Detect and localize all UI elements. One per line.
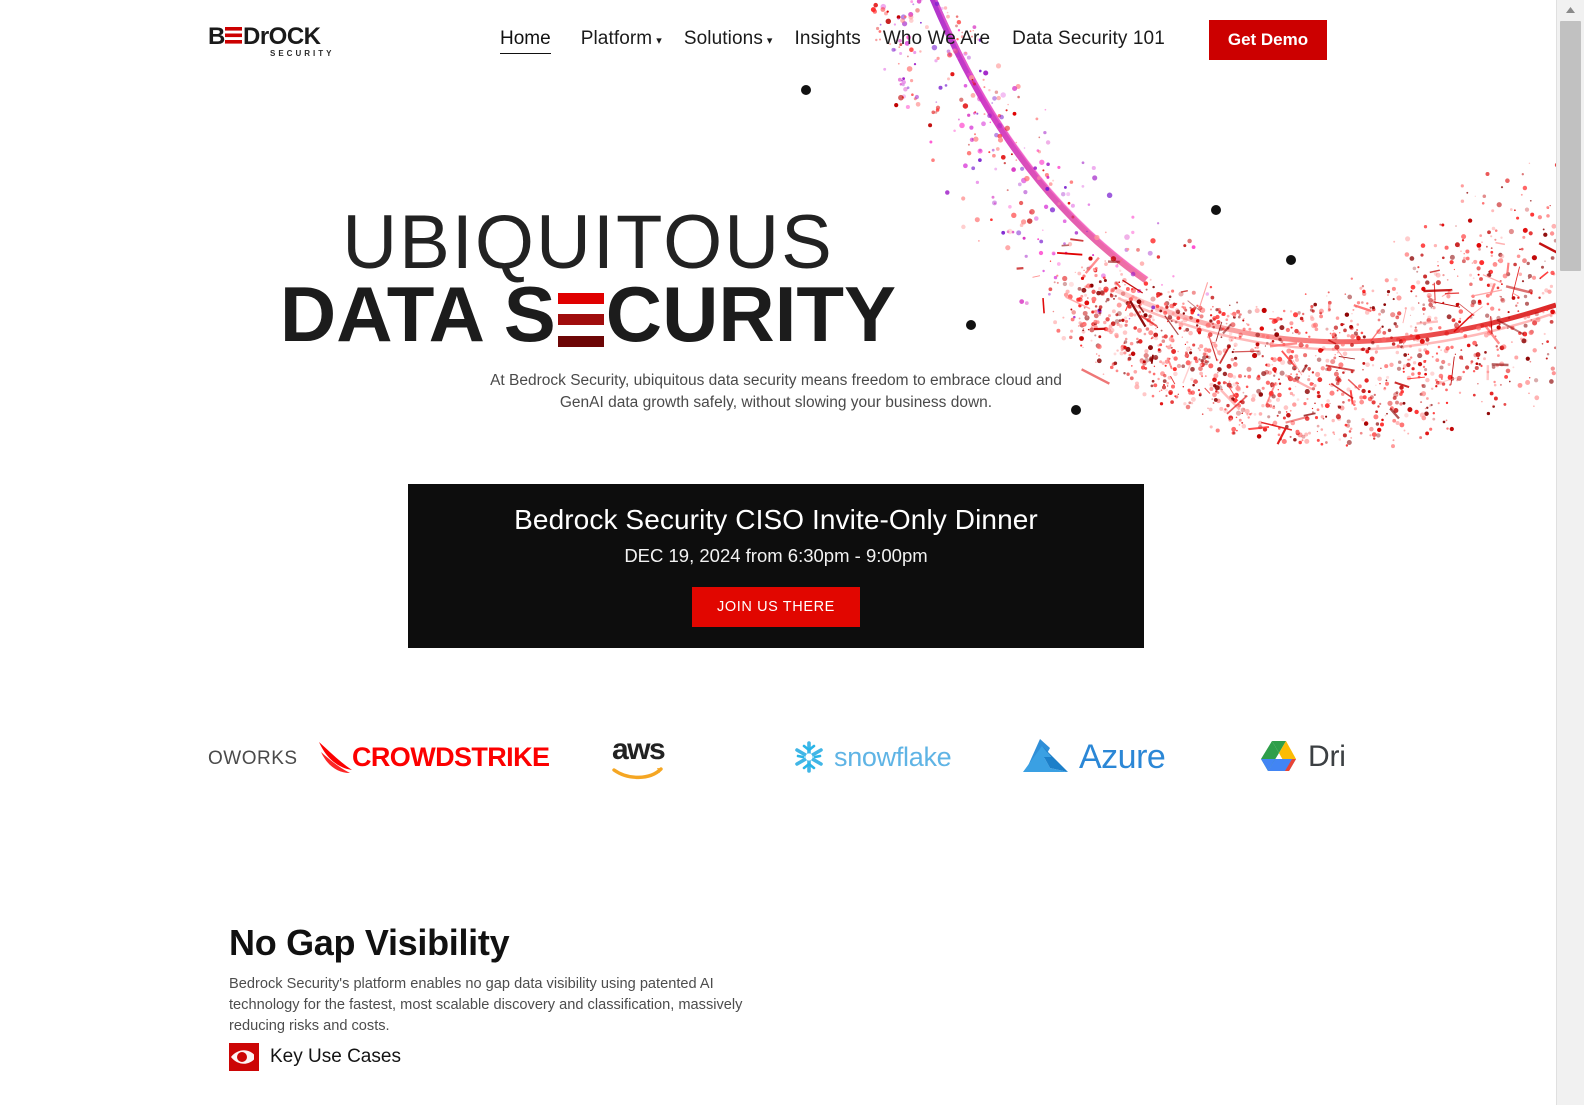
snowflake-icon	[795, 741, 823, 773]
oworks-logo: OWORKS	[208, 748, 298, 769]
page-title: UBIQUITOUS DATA S CURITY	[0, 205, 1556, 354]
nav-item-solutions-label: Solutions	[683, 28, 763, 49]
get-demo-button[interactable]: Get Demo	[1209, 20, 1327, 60]
aws-logo: aws	[612, 733, 666, 766]
main-navigation: Home Platform ▾ Solutions ▾ Insights Who…	[500, 24, 1187, 54]
partner-oworks[interactable]: OWORKS	[208, 748, 298, 770]
site-header: B DrOCK SECURITY Home Platform ▾ Solutio…	[0, 0, 1556, 80]
key-use-cases-link[interactable]: Key Use Cases	[229, 1043, 401, 1071]
partner-snowflake[interactable]: snowflake	[790, 738, 952, 776]
join-us-there-button[interactable]: JOIN US THERE	[692, 587, 860, 627]
svg-text:B: B	[208, 23, 225, 50]
hero-headline-line2-post: CURITY	[605, 270, 897, 358]
vertical-scrollbar[interactable]	[1556, 0, 1584, 1105]
svg-text:DrOCK: DrOCK	[243, 23, 322, 50]
section-title: No Gap Visibility	[229, 922, 510, 963]
google-drive-icon	[1261, 741, 1296, 771]
azure-logo: Azure	[1079, 737, 1166, 776]
azure-icon	[1023, 739, 1068, 772]
event-banner: Bedrock Security CISO Invite-Only Dinner…	[408, 484, 1144, 648]
bedrock-security-logo[interactable]: B DrOCK SECURITY	[208, 22, 358, 62]
partner-azure[interactable]: Azure	[1020, 736, 1166, 778]
nav-item-solutions[interactable]: Solutions ▾	[684, 24, 795, 54]
nav-item-insights-label: Insights	[794, 28, 861, 49]
nav-item-platform[interactable]: Platform ▾	[581, 24, 684, 54]
logo-mark: B DrOCK SECURITY	[208, 23, 334, 58]
hero-subtitle: At Bedrock Security, ubiquitous data sec…	[490, 372, 1062, 411]
key-use-cases-label: Key Use Cases	[270, 1046, 401, 1067]
scroll-up-button[interactable]	[1557, 0, 1584, 20]
event-banner-title: Bedrock Security CISO Invite-Only Dinner	[514, 504, 1038, 535]
eye-icon-glyph	[231, 1050, 258, 1064]
svg-text:SECURITY: SECURITY	[270, 49, 334, 58]
eye-icon	[229, 1043, 259, 1071]
section-body: Bedrock Security's platform enables no g…	[229, 976, 743, 1035]
partner-aws[interactable]: aws	[612, 733, 666, 780]
hero-headline-line2: DATA S CURITY	[0, 275, 1556, 353]
partner-google-drive[interactable]: Dri	[1258, 738, 1346, 776]
scrollbar-thumb[interactable]	[1560, 21, 1581, 271]
event-banner-date: DEC 19, 2024 from 6:30pm - 9:00pm	[624, 545, 928, 566]
nav-item-who-we-are-label: Who We Are	[882, 28, 991, 49]
chevron-down-icon: ▾	[766, 34, 773, 47]
chevron-down-icon: ▾	[656, 34, 662, 47]
nav-item-home-label: Home	[500, 28, 551, 49]
partner-crowdstrike[interactable]: CROWDSTRIKE	[316, 736, 550, 778]
nav-item-data-security-101-label: Data Security 101	[1012, 28, 1165, 49]
chevron-up-icon	[1566, 7, 1575, 13]
nav-item-home[interactable]: Home	[500, 28, 581, 54]
nav-item-who-we-are[interactable]: Who We Are	[883, 24, 1012, 54]
crowdstrike-logo: CROWDSTRIKE	[352, 741, 550, 772]
google-drive-logo: Dri	[1308, 740, 1346, 773]
crowdstrike-falcon-icon	[319, 742, 352, 773]
aws-smile-icon	[612, 767, 663, 780]
nav-active-underline	[500, 52, 551, 54]
nav-item-insights[interactable]: Insights	[795, 24, 883, 54]
snowflake-logo: snowflake	[834, 741, 952, 772]
nav-item-platform-label: Platform	[580, 28, 653, 49]
page-viewport: B DrOCK SECURITY Home Platform ▾ Solutio…	[0, 0, 1556, 1105]
stylized-e-icon	[557, 293, 604, 347]
partner-logo-strip: OWORKS CROWDSTRIKE aws snowflake Azure D…	[0, 712, 1556, 807]
browser-page: B DrOCK SECURITY Home Platform ▾ Solutio…	[0, 0, 1584, 1105]
hero-headline-line2-pre: DATA S	[279, 270, 556, 358]
nav-item-data-security-101[interactable]: Data Security 101	[1012, 24, 1187, 54]
